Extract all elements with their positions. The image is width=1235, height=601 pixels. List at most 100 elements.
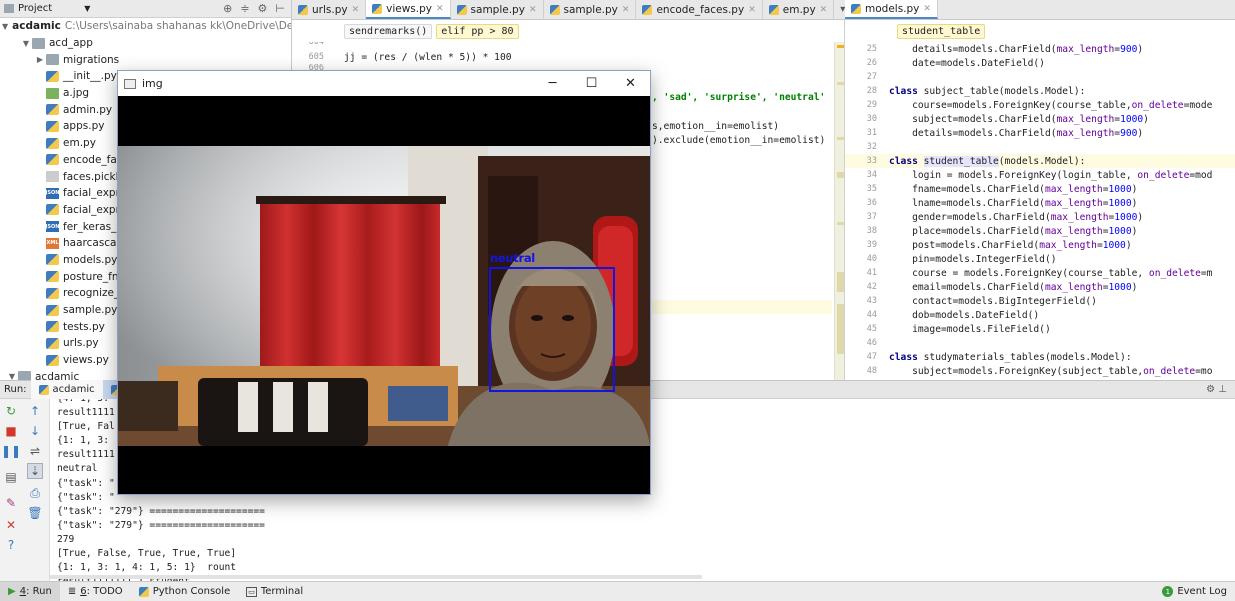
gear-icon[interactable]: ⚙ bbox=[258, 2, 268, 15]
help-icon[interactable]: ? bbox=[3, 537, 19, 553]
console-line: {1: 1, 3: 1, 4: 1, 5: 1} rount bbox=[57, 562, 237, 574]
python-file-icon bbox=[642, 4, 653, 15]
toolwindow-todo[interactable]: ≣ 6: TODO bbox=[60, 582, 131, 601]
code-line: 27 bbox=[845, 70, 1235, 84]
expand-arrow-icon[interactable]: ▶ bbox=[34, 55, 46, 64]
line-number: 47 bbox=[866, 352, 877, 362]
code-emotions-fragment: , 'sad', 'surprise', 'neutral' bbox=[652, 91, 826, 103]
py-file-icon bbox=[46, 304, 59, 316]
json-file-icon: JSON bbox=[46, 221, 59, 233]
line-number: 46 bbox=[866, 338, 877, 348]
python-icon bbox=[138, 586, 149, 597]
code-line: 48 subject=models.ForeignKey(subject_tab… bbox=[845, 364, 1235, 378]
close-tab-icon[interactable]: ✕ bbox=[436, 4, 444, 14]
minimize-button[interactable]: ─ bbox=[533, 71, 572, 96]
current-line-highlight bbox=[652, 300, 832, 314]
editor-models[interactable]: student_table 25 details=models.CharFiel… bbox=[845, 20, 1235, 380]
code-line: 604 bbox=[308, 42, 324, 47]
chevron-down-icon[interactable]: ▼ bbox=[84, 4, 90, 13]
code-exclude-fragment: ).exclude(emotion__in=emolist) bbox=[652, 134, 826, 146]
tree-item-label: tests.py bbox=[63, 320, 105, 333]
close-button[interactable]: ✕ bbox=[611, 71, 650, 96]
toolwindow-python-console[interactable]: Python Console bbox=[131, 582, 239, 601]
code-text: pin=models.IntegerField() bbox=[889, 253, 1057, 265]
tree-item[interactable]: ▶ migrations bbox=[0, 51, 291, 68]
editor-tab[interactable]: sample.py ✕ bbox=[544, 0, 637, 19]
close-tab-icon[interactable]: ✕ bbox=[529, 5, 537, 15]
editor-tab[interactable]: models.py ✕ bbox=[845, 0, 938, 19]
editor-tab[interactable]: sample.py ✕ bbox=[451, 0, 544, 19]
pin-icon[interactable]: ✎ bbox=[3, 495, 19, 511]
tree-item-label: a.jpg bbox=[63, 87, 90, 100]
run-tab-acdamic[interactable]: acdamic bbox=[30, 380, 103, 399]
code-line: 26 date=models.DateField() bbox=[845, 56, 1235, 70]
collapse-all-icon[interactable]: ≑ bbox=[240, 2, 249, 15]
stop-icon[interactable]: ■ bbox=[3, 423, 19, 439]
close-icon[interactable]: ✕ bbox=[3, 517, 19, 533]
editor-tab[interactable]: urls.py ✕ bbox=[292, 0, 367, 19]
print-icon[interactable]: ⎙ bbox=[27, 485, 43, 501]
pause-icon[interactable]: ❚❚ bbox=[1, 443, 21, 459]
line-number: 48 bbox=[866, 366, 877, 376]
code-text: date=models.DateField() bbox=[889, 57, 1045, 69]
close-tab-icon[interactable]: ✕ bbox=[923, 4, 931, 14]
editor-tab[interactable]: encode_faces.py ✕ bbox=[636, 0, 763, 19]
toolwindow-run[interactable]: ▶ 4: Run bbox=[0, 581, 60, 601]
file-file-icon bbox=[46, 171, 59, 183]
editor-tab[interactable]: em.py ✕ bbox=[763, 0, 835, 19]
soft-wrap-icon[interactable]: ⇌ bbox=[27, 443, 43, 459]
project-view-icon bbox=[4, 4, 14, 13]
gear-icon[interactable]: ⚙ bbox=[1206, 384, 1215, 395]
editor-tab[interactable]: views.py ✕ bbox=[366, 0, 451, 19]
trash-icon[interactable]: 🗑 bbox=[27, 505, 43, 521]
py-file-icon bbox=[46, 354, 59, 366]
tree-item[interactable]: ▼ acd_app bbox=[0, 35, 291, 52]
toolwindow-terminal[interactable]: ▭ Terminal bbox=[238, 582, 311, 601]
hide-panel-icon[interactable]: ⊥ bbox=[1218, 384, 1227, 395]
code-filter-fragment: s,emotion__in=emolist) bbox=[652, 120, 780, 132]
py-file-icon bbox=[46, 287, 59, 299]
line-number: 30 bbox=[866, 114, 877, 124]
scroll-up-icon[interactable]: ↑ bbox=[27, 403, 43, 419]
error-stripe[interactable] bbox=[834, 42, 844, 380]
scroll-to-end-icon[interactable]: ⇣ bbox=[27, 463, 43, 479]
image-window-titlebar[interactable]: img ─ ☐ ✕ bbox=[118, 71, 650, 96]
breadcrumb-condition[interactable]: elif pp > 80 bbox=[436, 23, 519, 39]
close-tab-icon[interactable]: ✕ bbox=[748, 5, 756, 15]
close-tab-icon[interactable]: ✕ bbox=[820, 5, 828, 15]
line-number: 37 bbox=[866, 212, 877, 222]
console-horizontal-scrollbar[interactable] bbox=[50, 575, 702, 579]
python-file-icon bbox=[298, 4, 308, 15]
event-log-button[interactable]: 1 Event Log bbox=[1154, 582, 1235, 601]
maximize-button[interactable]: ☐ bbox=[572, 71, 611, 96]
tree-item-label: __init__.py bbox=[63, 70, 117, 83]
code-line: 32 bbox=[845, 140, 1235, 154]
breadcrumb-class[interactable]: student_table bbox=[897, 23, 986, 39]
tree-root[interactable]: ▼ acdamic C:\Users\sainaba shahanas kk\O… bbox=[0, 18, 291, 35]
line-number: 25 bbox=[866, 44, 877, 54]
close-tab-icon[interactable]: ✕ bbox=[622, 5, 630, 15]
breadcrumb: student_table bbox=[845, 20, 1235, 42]
line-number: 38 bbox=[866, 226, 877, 236]
event-log-icon: 1 bbox=[1162, 586, 1174, 597]
expand-arrow-icon[interactable]: ▼ bbox=[2, 22, 8, 31]
code-line-605: 605 jj = (res / (wlen * 5)) * 100 bbox=[308, 51, 512, 63]
rerun-icon[interactable]: ↻ bbox=[3, 403, 19, 419]
line-number: 26 bbox=[866, 58, 877, 68]
scroll-down-icon[interactable]: ↓ bbox=[27, 423, 43, 439]
code-line: 25 details=models.CharField(max_length=9… bbox=[845, 42, 1235, 56]
breadcrumb-function[interactable]: sendremarks() bbox=[344, 23, 433, 39]
python-file-icon bbox=[456, 4, 467, 15]
restore-layout-icon[interactable]: ▤ bbox=[3, 469, 19, 485]
editor-tab-label: urls.py bbox=[312, 3, 348, 16]
expand-arrow-icon[interactable]: ▼ bbox=[20, 39, 32, 48]
editor-tabs-left: urls.py ✕ views.py ✕ sample.py ✕ sample.py ✕ enc… bbox=[292, 0, 854, 20]
code-text: email=models.CharField(max_length=1000) bbox=[889, 281, 1138, 293]
locate-icon[interactable]: ⊕ bbox=[223, 2, 232, 15]
project-view-selector[interactable]: Project bbox=[18, 3, 52, 14]
image-window[interactable]: img ─ ☐ ✕ neutral bbox=[117, 70, 651, 495]
editor-tab-label: views.py bbox=[386, 2, 432, 15]
close-tab-icon[interactable]: ✕ bbox=[352, 5, 360, 15]
hide-panel-icon[interactable]: ⊢ bbox=[275, 2, 285, 15]
run-label: Run: bbox=[4, 384, 27, 395]
